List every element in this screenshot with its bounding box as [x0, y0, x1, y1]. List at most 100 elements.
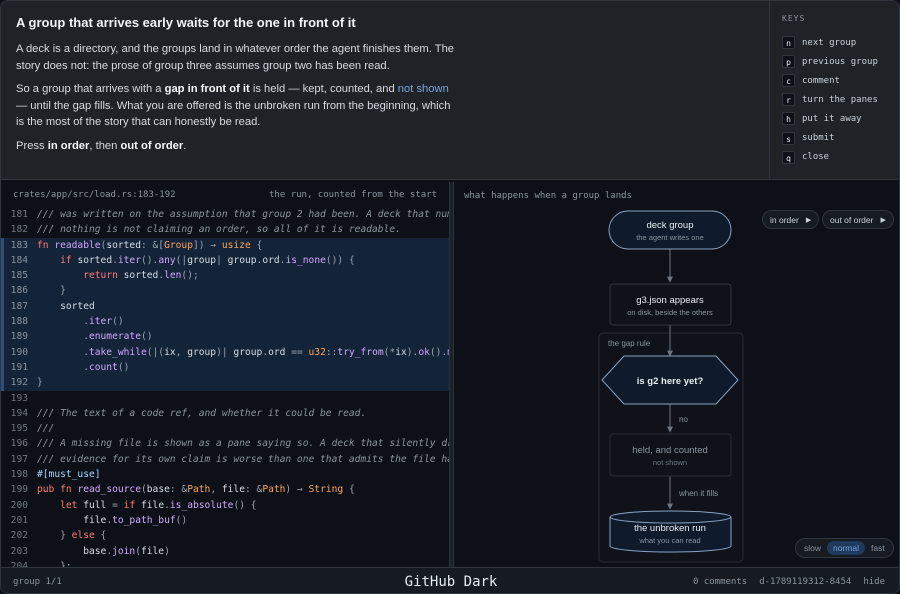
- prose-panel: A group that arrives early waits for the…: [1, 1, 769, 179]
- key-list: n next group p previous group c comment r turn …: [782, 33, 899, 167]
- code-token: /// was written on the assumption that g…: [37, 209, 449, 220]
- flow-diagram: the gap rule no when it fills deck group…: [598, 210, 744, 563]
- code-token: base: [146, 484, 170, 496]
- code-token: )|: [216, 346, 234, 358]
- code-line[interactable]: 195 ///: [1, 421, 449, 436]
- comment-count[interactable]: 0 comments: [693, 577, 747, 587]
- line-number: 203: [10, 545, 28, 557]
- code-line[interactable]: 200 let full = if file.is_absolute() {: [1, 498, 449, 513]
- key-cap: q: [782, 150, 795, 164]
- prose-paragraph-1: A deck is a directory, and the groups la…: [16, 43, 455, 72]
- key-row[interactable]: p previous group: [782, 52, 899, 71]
- code-token: ord: [268, 346, 292, 358]
- code-line[interactable]: 193: [1, 391, 449, 406]
- code-token: ok: [418, 346, 430, 358]
- keys-title: KEYS: [782, 14, 806, 23]
- prose-text: is held — kept, counted, and: [249, 83, 398, 96]
- code-token: take_while: [88, 346, 147, 358]
- code-token: ///: [37, 423, 55, 435]
- code-line[interactable]: 204 };: [1, 559, 449, 567]
- code-token: /// The text of a code ref, and whether …: [37, 407, 367, 419]
- key-row[interactable]: q close: [782, 148, 899, 167]
- code-line[interactable]: 187 sorted: [1, 298, 449, 315]
- play-icon: ▶: [880, 216, 886, 224]
- key-cap: c: [782, 74, 795, 88]
- line-number: 199: [10, 484, 28, 496]
- key-label: previous group: [802, 56, 878, 67]
- status-right: 0 comments d-1789119312-8454 hide: [693, 577, 885, 587]
- code-token: group: [187, 346, 217, 358]
- speed-option-slow[interactable]: slow: [798, 541, 827, 555]
- code-token: read_source: [77, 484, 141, 496]
- node-run-title: the unbroken run: [634, 523, 706, 534]
- code-line[interactable]: 186 }: [1, 283, 449, 300]
- code-line[interactable]: 199 pub fn read_source(base: &Path, file:…: [1, 482, 449, 497]
- code-line[interactable]: 196 /// A missing file is shown as a pane…: [1, 436, 449, 451]
- code-line[interactable]: 201 file.to_path_buf(): [1, 513, 449, 528]
- line-number: 204: [10, 560, 28, 567]
- node-decision[interactable]: is g2 here yet?: [601, 355, 739, 405]
- line-number: 186: [10, 285, 28, 297]
- node-held[interactable]: held, and counted not shown: [609, 433, 732, 477]
- code-line[interactable]: 181 /// was written on the assumption tha…: [1, 207, 449, 222]
- key-cap: s: [782, 131, 795, 145]
- code-token: |: [216, 254, 228, 266]
- code-token: file: [221, 484, 245, 496]
- code-token: let: [60, 499, 84, 511]
- key-row[interactable]: r turn the panes: [782, 90, 899, 109]
- code-line[interactable]: 202 } else {: [1, 528, 449, 543]
- code-line[interactable]: 198 #[must_use]: [1, 467, 449, 482]
- code-token: base: [37, 545, 107, 557]
- code-token: ::: [325, 346, 338, 358]
- speed-option-normal[interactable]: normal: [827, 541, 865, 555]
- out-of-order-button[interactable]: out of order ▶: [822, 210, 894, 229]
- node-g3-json[interactable]: g3.json appears on disk, beside the othe…: [609, 283, 732, 326]
- key-row[interactable]: n next group: [782, 33, 899, 52]
- code-token: (): [117, 361, 130, 373]
- code-line[interactable]: 194 /// The text of a code ref, and wheth…: [1, 406, 449, 421]
- code-token: {: [250, 239, 263, 251]
- code-token: ]) →: [192, 239, 222, 251]
- key-row[interactable]: s submit: [782, 128, 899, 147]
- code-line[interactable]: 190 .take_while(|(ix, group)| group.ord …: [1, 344, 449, 361]
- code-path: crates/app/src/load.rs:183-192: [13, 190, 176, 200]
- prose-text: So a group that arrives with a: [16, 83, 165, 96]
- code-token: {: [94, 530, 107, 542]
- code-line[interactable]: 203 base.join(file): [1, 544, 449, 559]
- code-line[interactable]: 188 .iter(): [1, 314, 449, 330]
- in-order-button[interactable]: in order ▶: [762, 210, 820, 229]
- code-line[interactable]: 183 fn readable(sorted: &[Group]) → usize…: [1, 237, 449, 254]
- code-token: #[must_use]: [37, 469, 101, 481]
- code-line[interactable]: 182 /// nothing is not claiming an order,…: [1, 222, 449, 237]
- status-bar: group 1/1 GitHub Dark 0 comments d-17891…: [1, 567, 899, 593]
- speed-option-fast[interactable]: fast: [865, 541, 891, 555]
- node-deck-sub: the agent writes one: [636, 233, 704, 242]
- prose-emphasis: out of order: [120, 139, 184, 152]
- key-cap: h: [782, 112, 795, 126]
- key-row[interactable]: c comment: [782, 71, 899, 90]
- key-cap: r: [782, 93, 795, 107]
- prose-text: .: [183, 139, 187, 152]
- code-line[interactable]: 189 .enumerate(): [1, 329, 449, 345]
- line-number: 193: [10, 392, 28, 404]
- node-unbroken-run[interactable]: the unbroken run what you can read: [609, 510, 732, 553]
- code-token: len: [164, 270, 182, 282]
- code-line[interactable]: 184 if sorted.iter().any(|group| group.o…: [1, 252, 449, 269]
- code-line[interactable]: 191 .count(): [1, 359, 449, 376]
- hide-button[interactable]: hide: [863, 577, 885, 587]
- code-token: group: [187, 254, 217, 266]
- code-token: /// nothing is not claiming an order, so…: [37, 224, 401, 236]
- key-row[interactable]: h put it away: [782, 109, 899, 128]
- node-deck-group[interactable]: deck group the agent writes one: [608, 210, 732, 250]
- code-token: Path: [262, 484, 286, 496]
- code-line[interactable]: 197 /// evidence for its own claim is wor…: [1, 452, 449, 467]
- prose-link-not-shown[interactable]: not shown: [398, 83, 449, 95]
- code-line[interactable]: 192}: [1, 375, 449, 391]
- code-token: : &[: [140, 239, 165, 251]
- code-line[interactable]: 185 return sorted.len();: [1, 268, 449, 284]
- code-token: if: [60, 254, 78, 266]
- node-json-title: g3.json appears: [636, 295, 704, 306]
- line-number: 200: [10, 499, 28, 511]
